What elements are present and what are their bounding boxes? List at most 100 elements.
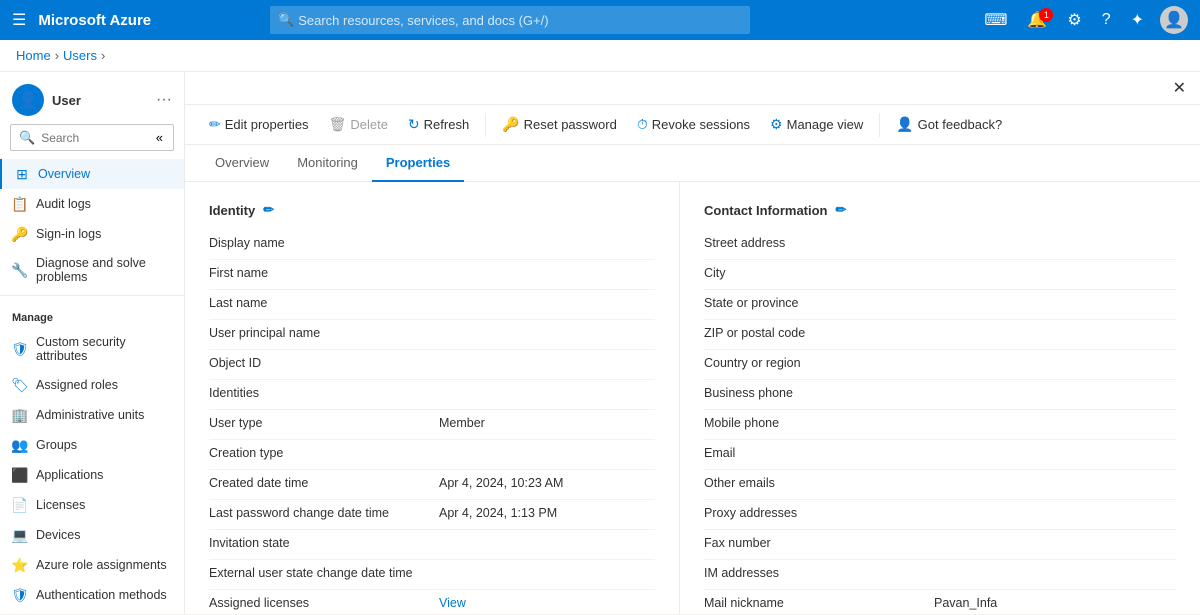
refresh-icon: ↻: [408, 116, 420, 133]
audit-logs-icon: 📋: [12, 196, 28, 212]
prop-ext-state-change: External user state change date time: [209, 560, 655, 590]
prop-state: State or province: [704, 290, 1176, 320]
breadcrumb: Home › Users ›: [0, 40, 1200, 72]
close-button[interactable]: ✕: [1167, 76, 1192, 100]
sidebar-user-info: 👤 User: [12, 84, 81, 116]
edit-properties-button[interactable]: ✏ Edit properties: [201, 111, 317, 138]
content-area: ✕ ✏ Edit properties 🗑 Delete ↻ Refresh 🔑…: [185, 72, 1200, 614]
contact-title-text: Contact Information: [704, 203, 828, 218]
delete-label: Delete: [350, 117, 388, 132]
sidebar-collapse-button[interactable]: «: [154, 128, 165, 147]
prop-display-name: Display name: [209, 230, 655, 260]
delete-button[interactable]: 🗑 Delete: [321, 111, 396, 138]
tab-properties[interactable]: Properties: [372, 145, 464, 182]
breadcrumb-home[interactable]: Home: [16, 48, 51, 63]
sidebar-ellipsis-button[interactable]: ···: [156, 91, 172, 109]
prop-label-display-name: Display name: [209, 236, 439, 250]
content-header-row: ✕: [185, 72, 1200, 105]
reset-password-label: Reset password: [524, 117, 617, 132]
prop-im-addresses: IM addresses: [704, 560, 1176, 590]
menu-icon[interactable]: ☰: [12, 10, 26, 30]
sidebar-user-header: 👤 User ···: [0, 72, 184, 124]
prop-value-mail-nickname: Pavan_Infa: [934, 596, 997, 610]
tab-overview[interactable]: Overview: [201, 145, 283, 182]
tab-monitoring[interactable]: Monitoring: [283, 145, 372, 182]
prop-object-id: Object ID: [209, 350, 655, 380]
sidebar-label-sign-in-logs: Sign-in logs: [36, 227, 101, 241]
breadcrumb-users[interactable]: Users: [63, 48, 97, 63]
prop-first-name: First name: [209, 260, 655, 290]
prop-invitation-state: Invitation state: [209, 530, 655, 560]
prop-fax: Fax number: [704, 530, 1176, 560]
sidebar-item-auth-methods[interactable]: 🛡 Authentication methods: [0, 580, 184, 610]
identity-section-title: Identity ✏: [209, 202, 655, 218]
prop-label-first-name: First name: [209, 266, 439, 280]
sidebar-item-licenses[interactable]: 📄 Licenses: [0, 490, 184, 520]
prop-label-state: State or province: [704, 296, 934, 310]
prop-label-identities: Identities: [209, 386, 439, 400]
manage-view-label: Manage view: [787, 117, 864, 132]
sidebar-item-overview[interactable]: ⊞ Overview: [0, 159, 184, 189]
manage-view-button[interactable]: ⚙ Manage view: [762, 111, 871, 138]
cloud-shell-button[interactable]: ⌨: [976, 6, 1015, 34]
prop-label-mobile-phone: Mobile phone: [704, 416, 934, 430]
refresh-label: Refresh: [424, 117, 470, 132]
toolbar: ✏ Edit properties 🗑 Delete ↻ Refresh 🔑 R…: [185, 105, 1200, 145]
sidebar-item-sign-in-logs[interactable]: 🔑 Sign-in logs: [0, 219, 184, 249]
top-navigation: ☰ Microsoft Azure 🔍 ⌨ 🔔 1 ⚙ ? ✦ 👤: [0, 0, 1200, 40]
app-logo: Microsoft Azure: [38, 12, 151, 29]
prop-label-business-phone: Business phone: [704, 386, 934, 400]
prop-label-user-type: User type: [209, 416, 439, 430]
revoke-label: Revoke sessions: [652, 117, 750, 132]
contact-edit-icon[interactable]: ✏: [836, 202, 847, 218]
user-avatar[interactable]: 👤: [1160, 6, 1188, 34]
sidebar-item-devices[interactable]: 💻 Devices: [0, 520, 184, 550]
properties-left: Identity ✏ Display name First name Last …: [185, 182, 680, 614]
identity-title-text: Identity: [209, 203, 255, 218]
prop-label-last-pw-change: Last password change date time: [209, 506, 439, 520]
feedback-label: Got feedback?: [918, 117, 1003, 132]
help-button[interactable]: ?: [1094, 7, 1119, 33]
sidebar-item-custom-security[interactable]: 🛡 Custom security attributes: [0, 328, 184, 370]
sidebar-item-applications[interactable]: ⬛ Applications: [0, 460, 184, 490]
reset-password-button[interactable]: 🔑 Reset password: [494, 111, 625, 138]
sidebar-item-assigned-roles[interactable]: 🏷 Assigned roles: [0, 370, 184, 400]
groups-icon: 👥: [12, 437, 28, 453]
prop-label-proxy-addresses: Proxy addresses: [704, 506, 934, 520]
revoke-sessions-button[interactable]: ⏱ Revoke sessions: [629, 111, 758, 138]
sidebar-search-input[interactable]: [41, 131, 148, 145]
sidebar-item-azure-role[interactable]: ⭐ Azure role assignments: [0, 550, 184, 580]
sidebar-label-groups: Groups: [36, 438, 77, 452]
prop-identities: Identities: [209, 380, 655, 410]
prop-street-address: Street address: [704, 230, 1176, 260]
sidebar-label-applications: Applications: [36, 468, 103, 482]
prop-label-street: Street address: [704, 236, 934, 250]
prop-user-type: User type Member: [209, 410, 655, 440]
prop-value-user-type: Member: [439, 416, 485, 430]
sidebar-item-diagnose[interactable]: 🔧 Diagnose and solve problems: [0, 249, 184, 291]
sidebar-item-admin-units[interactable]: 🏢 Administrative units: [0, 400, 184, 430]
notification-badge: 1: [1039, 8, 1053, 22]
feedback-button[interactable]: 👤 Got feedback?: [888, 111, 1010, 138]
properties-right: Contact Information ✏ Street address Cit…: [680, 182, 1200, 614]
global-search-input[interactable]: [270, 6, 750, 34]
delete-icon: 🗑: [329, 116, 347, 133]
prop-mobile-phone: Mobile phone: [704, 410, 1176, 440]
identity-edit-icon[interactable]: ✏: [263, 202, 274, 218]
search-wrap: 🔍: [270, 6, 750, 34]
tabs: Overview Monitoring Properties: [185, 145, 1200, 182]
sidebar-item-audit-logs[interactable]: 📋 Audit logs: [0, 189, 184, 219]
sidebar-label-licenses: Licenses: [36, 498, 85, 512]
prop-value-assigned-licenses[interactable]: View: [439, 596, 466, 610]
custom-security-icon: 🛡: [12, 341, 28, 357]
settings-button[interactable]: ⚙: [1059, 6, 1089, 34]
refresh-button[interactable]: ↻ Refresh: [400, 111, 477, 138]
prop-label-zip: ZIP or postal code: [704, 326, 934, 340]
sidebar-label-custom-security: Custom security attributes: [36, 335, 172, 363]
azure-role-icon: ⭐: [12, 557, 28, 573]
notifications-button[interactable]: 🔔 1: [1019, 6, 1055, 34]
feedback-button[interactable]: ✦: [1123, 6, 1152, 34]
prop-label-last-name: Last name: [209, 296, 439, 310]
sidebar-item-groups[interactable]: 👥 Groups: [0, 430, 184, 460]
breadcrumb-sep1: ›: [55, 48, 59, 63]
